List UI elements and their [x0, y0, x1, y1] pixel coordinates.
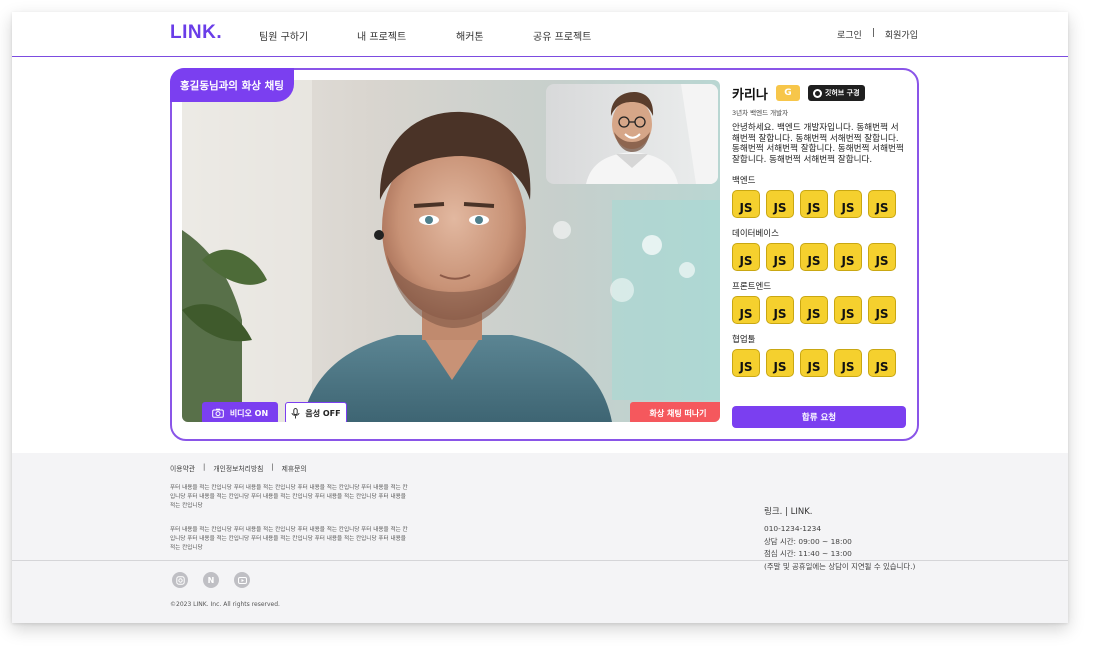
javascript-icon: JS — [834, 349, 862, 377]
javascript-icon: JS — [766, 190, 794, 218]
javascript-icon: JS — [868, 296, 896, 324]
footer: 이용약관 | 개인정보처리방침 | 제휴문의 푸터 내용을 적는 칸입니당 푸터… — [12, 453, 1068, 623]
footer-text-1: 푸터 내용을 적는 칸입니당 푸터 내용을 적는 칸입니당 푸터 내용을 적는 … — [170, 485, 408, 509]
footer-link-separator: | — [271, 463, 274, 471]
javascript-icon: JS — [766, 243, 794, 271]
javascript-icon: JS — [800, 349, 828, 377]
browser-frame: LINK. 팀원 구하기 내 프로젝트 해커톤 공유 프로젝트 로그인 | 회원… — [12, 12, 1068, 623]
javascript-icon: JS — [834, 296, 862, 324]
profile-panel: 카리나 G 깃허브 구경 3년차 백엔드 개발자 안녕하세요. 백엔드 개발자입… — [732, 84, 912, 377]
javascript-icon: JS — [732, 349, 760, 377]
microphone-icon — [291, 407, 300, 418]
nav-shared-projects[interactable]: 공유 프로젝트 — [533, 28, 591, 43]
terms-link[interactable]: 이용약관 — [170, 463, 195, 473]
footer-notice: (주말 및 공휴일에는 상담이 지연될 수 있습니다.) — [764, 561, 916, 571]
instagram-icon[interactable] — [172, 572, 188, 588]
youtube-icon[interactable] — [234, 572, 250, 588]
video-toggle-button[interactable]: 비디오 ON — [202, 402, 278, 422]
skill-group-database: JS JS JS JS JS — [732, 243, 912, 271]
footer-divider — [12, 560, 1068, 561]
github-icon — [812, 88, 822, 98]
naver-icon[interactable]: N — [203, 572, 219, 588]
github-button[interactable]: 깃허브 구경 — [807, 85, 865, 101]
profile-bio: 안녕하세요. 백엔드 개발자입니다. 동해번쩍 서해번쩍 잘합니다. 동해번쩍 … — [732, 123, 904, 165]
javascript-icon: JS — [868, 243, 896, 271]
javascript-icon: JS — [800, 296, 828, 324]
join-request-button[interactable]: 합류 요청 — [732, 406, 906, 428]
voice-toggle-button[interactable]: 음성 OFF — [285, 402, 347, 422]
logo[interactable]: LINK. — [170, 22, 222, 44]
github-button-label: 깃허브 구경 — [824, 89, 860, 97]
profile-header: 카리나 G 깃허브 구경 — [732, 84, 912, 103]
javascript-icon: JS — [868, 349, 896, 377]
skill-group-collaboration: JS JS JS JS JS — [732, 349, 912, 377]
login-link[interactable]: 로그인 — [837, 28, 862, 41]
profile-career: 3년차 백엔드 개발자 — [732, 109, 789, 117]
top-navigation: LINK. 팀원 구하기 내 프로젝트 해커톤 공유 프로젝트 로그인 | 회원… — [12, 12, 1068, 57]
video-toggle-label: 비디오 ON — [229, 408, 269, 418]
footer-link-separator: | — [203, 463, 206, 471]
video-chat-card: 홍길동님과의 화상 채팅 비디오 ON 음성 OFF 화상 채팅 떠나기 카리나… — [170, 68, 919, 441]
video-chat-title: 홍길동님과의 화상 채팅 — [170, 68, 294, 102]
skill-group-title: 프론트엔드 — [732, 282, 772, 292]
skill-group-title: 협업툴 — [732, 335, 756, 345]
nav-my-projects[interactable]: 내 프로젝트 — [357, 28, 406, 43]
javascript-icon: JS — [800, 190, 828, 218]
footer-links: 이용약관 | 개인정보처리방침 | 제휴문의 — [170, 463, 307, 473]
partnership-link[interactable]: 제휴문의 — [282, 463, 307, 473]
javascript-icon: JS — [766, 349, 794, 377]
skill-group-title: 데이터베이스 — [732, 229, 779, 239]
javascript-icon: JS — [732, 190, 760, 218]
footer-contact-info: 010-1234-1234 상담 시간: 09:00 ~ 18:00 점심 시간… — [764, 523, 915, 573]
nav-find-teammates[interactable]: 팀원 구하기 — [259, 28, 308, 43]
footer-hours: 상담 시간: 09:00 ~ 18:00 — [764, 536, 852, 546]
javascript-icon: JS — [732, 243, 760, 271]
self-video-preview — [546, 84, 718, 184]
grade-badge: G — [775, 85, 800, 101]
skill-group-title: 백엔드 — [732, 176, 756, 186]
skill-group-frontend: JS JS JS JS JS — [732, 296, 912, 324]
footer-phone: 010-1234-1234 — [764, 524, 822, 533]
signup-link[interactable]: 회원가입 — [885, 28, 918, 41]
javascript-icon: JS — [800, 243, 828, 271]
skill-group-backend: JS JS JS JS JS — [732, 190, 912, 218]
footer-lunch: 점심 시간: 11:40 ~ 13:00 — [764, 549, 852, 559]
footer-text-2: 푸터 내용을 적는 칸입니당 푸터 내용을 적는 칸입니당 푸터 내용을 적는 … — [170, 527, 408, 551]
voice-toggle-label: 음성 OFF — [305, 408, 341, 418]
copyright: ©2023 LINK. Inc. All rights reserved. — [170, 601, 280, 608]
leave-video-chat-button[interactable]: 화상 채팅 떠나기 — [630, 402, 720, 422]
javascript-icon: JS — [732, 296, 760, 324]
auth-separator: | — [871, 28, 875, 38]
profile-name: 카리나 — [732, 87, 768, 103]
local-video-feed — [546, 84, 718, 184]
javascript-icon: JS — [868, 190, 896, 218]
nav-hackathon[interactable]: 해커톤 — [456, 28, 484, 43]
javascript-icon: JS — [766, 296, 794, 324]
camera-icon — [212, 408, 224, 418]
javascript-icon: JS — [834, 243, 862, 271]
auth-links: 로그인 | 회원가입 — [837, 28, 918, 41]
javascript-icon: JS — [834, 190, 862, 218]
footer-company-name: 링크. | LINK. — [764, 507, 813, 517]
social-links: N — [172, 572, 250, 588]
privacy-policy-link[interactable]: 개인정보처리방침 — [213, 463, 263, 473]
